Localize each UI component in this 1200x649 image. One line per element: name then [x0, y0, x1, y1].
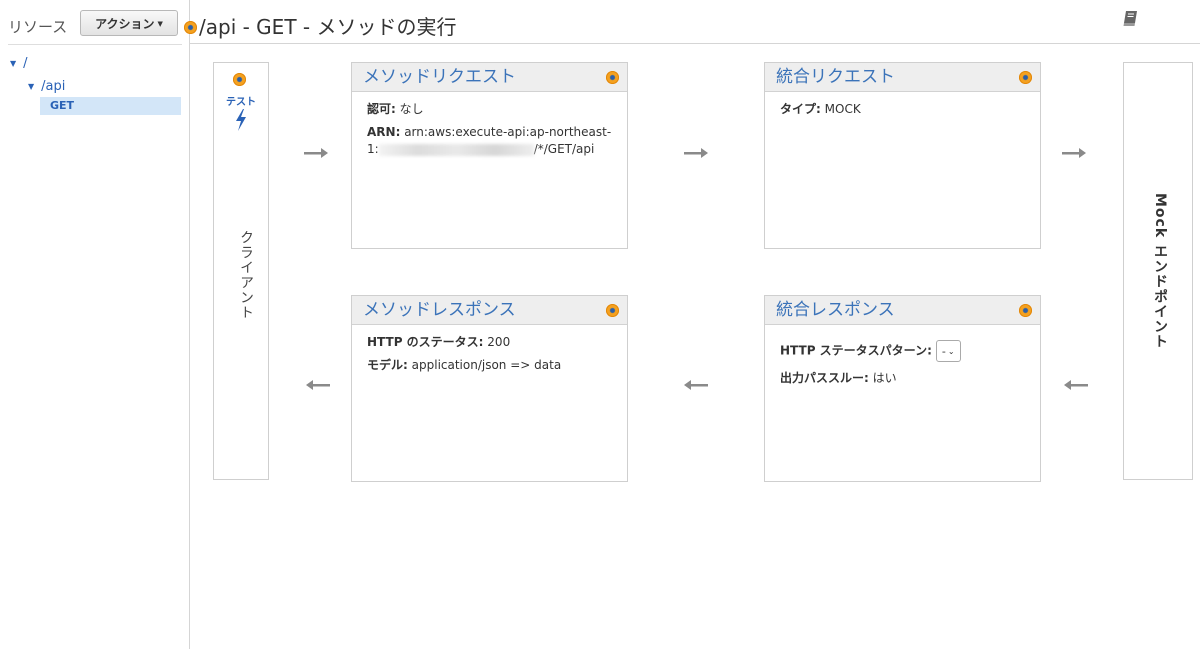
tree-item-label: /	[23, 56, 28, 71]
expand-triangle-icon[interactable]: ▼	[28, 82, 34, 91]
status-value: 200	[487, 335, 511, 349]
actions-dropdown-button[interactable]: アクション ▼	[80, 10, 178, 36]
info-dot-icon[interactable]	[606, 304, 619, 317]
arrow-left-icon	[1064, 380, 1088, 390]
header-divider	[190, 43, 1200, 44]
arn-label: ARN:	[367, 125, 401, 139]
status-label: HTTP のステータス:	[367, 335, 484, 349]
mock-endpoint-label: Mock エンドポイント	[1152, 193, 1168, 350]
test-link[interactable]: テスト	[222, 93, 260, 108]
sidebar-divider	[8, 44, 182, 45]
status-pattern-select[interactable]: - ⌄	[935, 340, 961, 362]
client-label: クライアント	[238, 230, 254, 320]
arrow-right-icon	[684, 148, 708, 158]
status-row: HTTP のステータス: 200	[367, 334, 617, 351]
info-dot-icon[interactable]	[606, 71, 619, 84]
lightning-bolt-icon[interactable]	[234, 109, 248, 131]
chevron-down-icon: ⌄	[947, 346, 955, 356]
integration-request-header[interactable]: 統合リクエスト	[765, 63, 1040, 92]
tree-item-api[interactable]: ▼ /api	[28, 79, 65, 94]
select-value: -	[941, 344, 946, 358]
model-value: application/json => data	[411, 358, 562, 372]
pattern-label: HTTP ステータスパターン:	[780, 343, 932, 358]
integration-request-title[interactable]: 統合リクエスト	[776, 67, 895, 87]
arn-prefix: arn:aws:execute-api:ap-northeast-	[404, 125, 612, 139]
caret-down-icon: ▼	[157, 20, 163, 28]
passthrough-row: 出力パススルー: はい	[780, 370, 1030, 387]
arrow-right-icon	[304, 148, 328, 158]
tree-item-label: /api	[41, 79, 66, 94]
arn-row: ARN: arn:aws:execute-api:ap-northeast- 1…	[367, 124, 617, 158]
arrow-right-icon	[1062, 148, 1086, 158]
auth-row: 認可: なし	[367, 101, 617, 118]
expand-triangle-icon[interactable]: ▼	[10, 59, 16, 68]
arn-line2-end: /*/GET/api	[533, 142, 595, 156]
info-dot-icon[interactable]	[1019, 304, 1032, 317]
arn-line2-start: 1:	[367, 142, 379, 156]
auth-value: なし	[399, 102, 424, 116]
arrow-left-icon	[684, 380, 708, 390]
page-title: /api - GET - メソッドの実行	[199, 15, 457, 39]
method-request-box: メソッドリクエスト 認可: なし ARN: arn:aws:execute-ap…	[351, 62, 628, 249]
book-icon[interactable]	[1123, 10, 1138, 27]
passthrough-label: 出力パススルー:	[780, 371, 869, 385]
type-value: MOCK	[824, 102, 861, 116]
type-row: タイプ: MOCK	[780, 101, 1030, 118]
actions-label: アクション	[95, 16, 155, 31]
method-response-box: メソッドレスポンス HTTP のステータス: 200 モデル: applicat…	[351, 295, 628, 482]
tree-item-root[interactable]: ▼ /	[10, 56, 28, 71]
method-response-title[interactable]: メソッドレスポンス	[363, 300, 516, 320]
integration-response-title[interactable]: 統合レスポンス	[776, 300, 895, 320]
redacted-account-id	[378, 143, 534, 156]
tree-item-get-method[interactable]: GET	[40, 97, 181, 115]
auth-label: 認可:	[367, 102, 396, 116]
passthrough-value: はい	[872, 371, 897, 385]
method-request-title[interactable]: メソッドリクエスト	[363, 67, 516, 87]
integration-request-box: 統合リクエスト タイプ: MOCK	[764, 62, 1041, 249]
integration-response-header[interactable]: 統合レスポンス	[765, 296, 1040, 325]
info-dot-icon[interactable]	[1019, 71, 1032, 84]
method-response-header[interactable]: メソッドレスポンス	[352, 296, 627, 325]
model-row: モデル: application/json => data	[367, 357, 617, 374]
info-dot-icon[interactable]	[233, 73, 246, 86]
sidebar-collapse-handle-icon[interactable]	[184, 21, 197, 34]
type-label: タイプ:	[780, 102, 821, 116]
model-label: モデル:	[367, 358, 408, 372]
pattern-row: HTTP ステータスパターン: - ⌄	[780, 340, 1030, 362]
integration-response-box: 統合レスポンス HTTP ステータスパターン: - ⌄ 出力パススルー: はい	[764, 295, 1041, 482]
method-request-header[interactable]: メソッドリクエスト	[352, 63, 627, 92]
sidebar-title: リソース	[8, 18, 68, 36]
arrow-left-icon	[306, 380, 330, 390]
